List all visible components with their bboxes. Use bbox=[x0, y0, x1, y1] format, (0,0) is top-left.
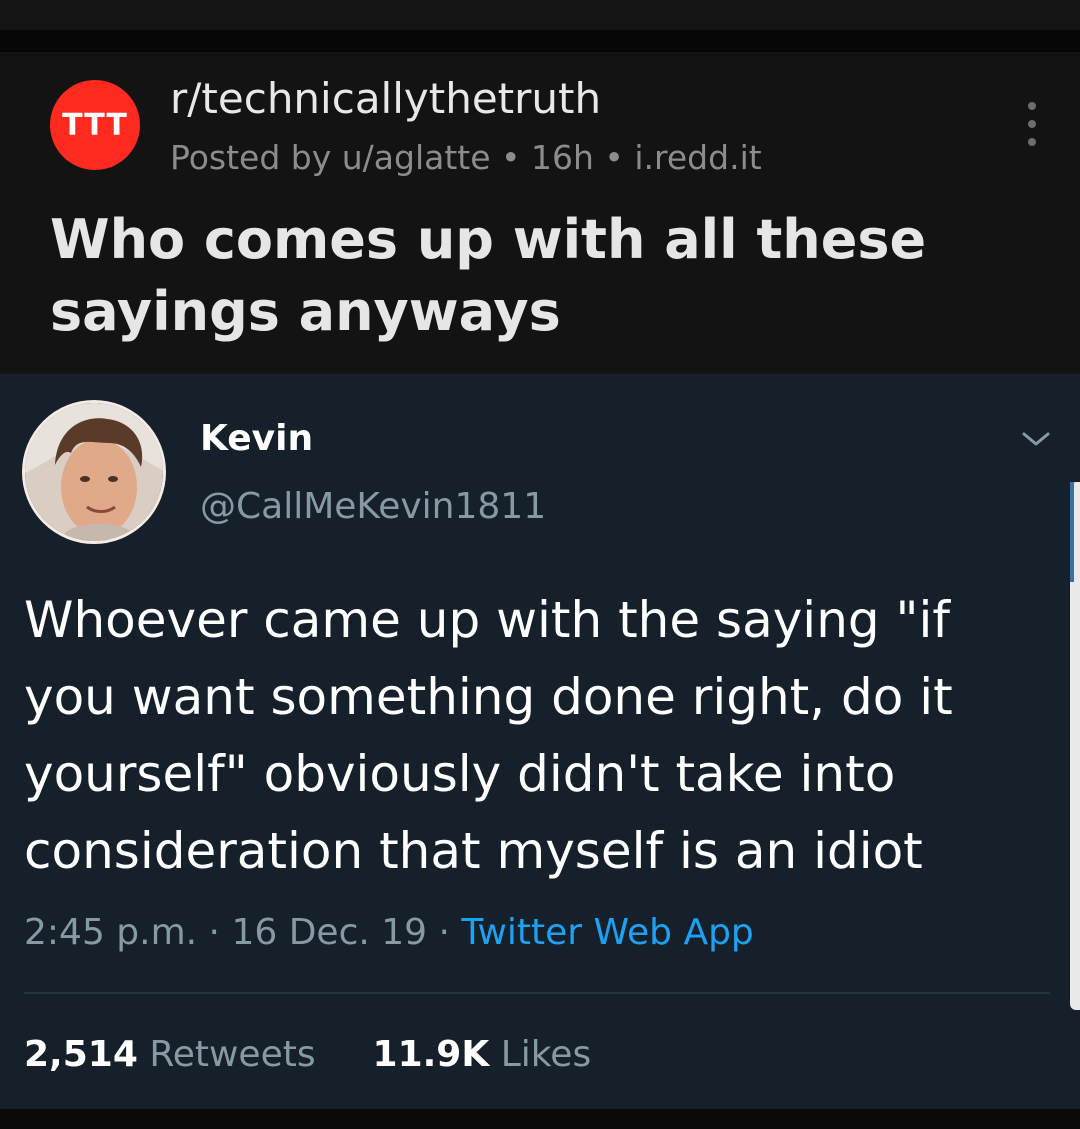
tweet-timestamp: 2:45 p.m. · 16 Dec. 19 · Twitter Web App bbox=[24, 912, 754, 953]
divider bbox=[24, 992, 1050, 994]
meta-separator: • bbox=[604, 138, 624, 177]
avatar bbox=[22, 400, 166, 544]
post-title[interactable]: Who comes up with all these sayings anyw… bbox=[50, 204, 1030, 348]
post-age: 16h bbox=[531, 138, 594, 177]
more-vertical-icon[interactable] bbox=[1012, 96, 1052, 152]
meta-dot: · bbox=[438, 912, 450, 953]
reddit-post-header: TTT r/technicallythetruth Posted by u/ag… bbox=[0, 52, 1080, 374]
posted-by[interactable]: Posted by u/aglatte bbox=[170, 138, 491, 177]
subreddit-icon[interactable]: TTT bbox=[50, 80, 140, 170]
retweets-label[interactable]: Retweets bbox=[149, 1034, 315, 1075]
post-meta: Posted by u/aglatte • 16h • i.redd.it bbox=[170, 138, 762, 177]
tweet-time: 2:45 p.m. bbox=[24, 912, 198, 953]
meta-dot: · bbox=[208, 912, 220, 953]
retweets-count[interactable]: 2,514 bbox=[24, 1034, 138, 1075]
tweet-source-link[interactable]: Twitter Web App bbox=[461, 912, 753, 953]
status-bar bbox=[0, 0, 1080, 30]
tweet-text: Whoever came up with the saying "if you … bbox=[24, 591, 953, 880]
likes-label[interactable]: Likes bbox=[501, 1034, 592, 1075]
subreddit-icon-text: TTT bbox=[62, 107, 128, 143]
scrollbar bbox=[1070, 482, 1080, 1010]
bottom-strip bbox=[0, 1109, 1080, 1129]
post-domain[interactable]: i.redd.it bbox=[634, 138, 761, 177]
subreddit-name[interactable]: r/technicallythetruth bbox=[170, 74, 601, 123]
author-name[interactable]: Kevin bbox=[200, 418, 313, 459]
tweet-image[interactable]: Kevin @CallMeKevin1811 Whoever came up w… bbox=[0, 374, 1080, 1109]
likes-count[interactable]: 11.9K bbox=[373, 1034, 490, 1075]
tweet-date: 16 Dec. 19 bbox=[231, 912, 428, 953]
meta-separator: • bbox=[501, 138, 521, 177]
tweet-stats: 2,514 Retweets 11.9K Likes bbox=[24, 1034, 591, 1075]
chevron-down-icon[interactable] bbox=[1016, 424, 1056, 454]
author-handle[interactable]: @CallMeKevin1811 bbox=[200, 486, 546, 527]
top-status-strip bbox=[0, 0, 1080, 52]
